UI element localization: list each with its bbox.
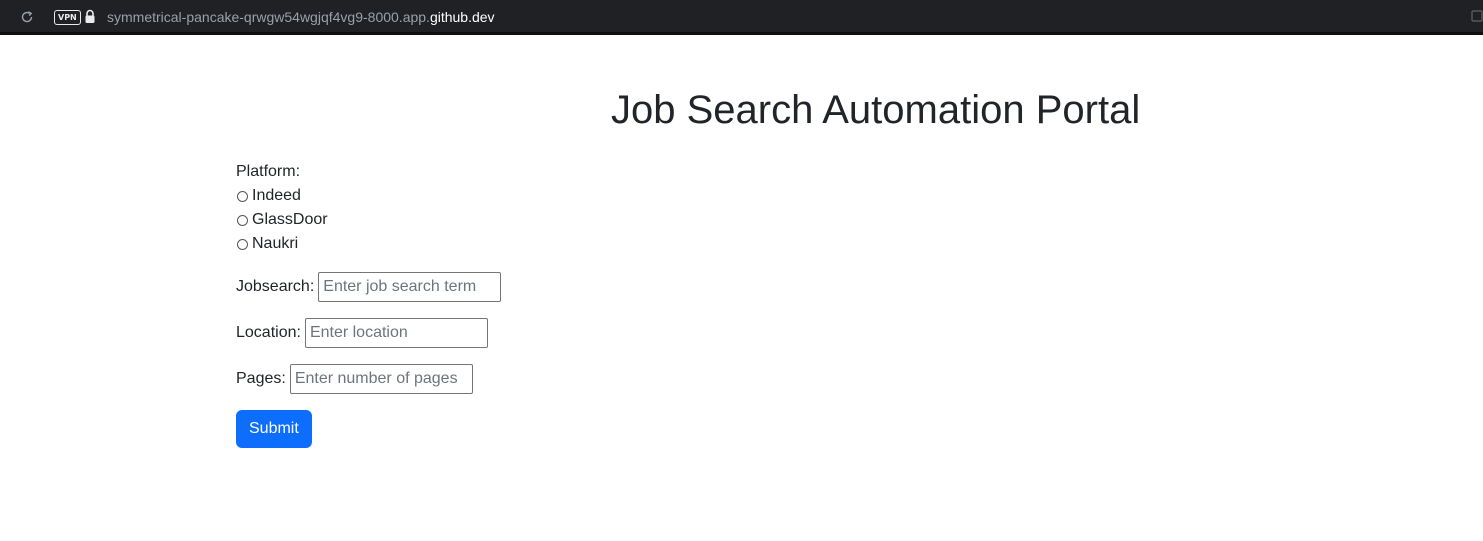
pages-label: Pages: (236, 370, 286, 387)
jobsearch-input[interactable] (318, 272, 502, 302)
location-row: Location: (236, 318, 501, 348)
platform-option-glassdoor[interactable]: GlassDoor (236, 208, 501, 232)
platform-label: Platform: (236, 163, 301, 180)
radio-naukri[interactable] (237, 238, 248, 250)
page-content: Job Search Automation Portal Platform: I… (0, 38, 1483, 541)
radio-label-indeed[interactable]: Indeed (252, 184, 301, 208)
jobsearch-row: Jobsearch: (236, 272, 502, 302)
extension-icon[interactable] (1471, 10, 1483, 22)
job-search-form: Platform: Indeed GlassDoor Naukri Jobsea… (236, 160, 502, 448)
url-subdomain: symmetrical-pancake-qrwgw54wgjqf4vg9-800… (107, 9, 430, 25)
url-domain: github.dev (429, 9, 495, 25)
radio-indeed[interactable] (237, 190, 248, 202)
submit-button[interactable]: Submit (236, 410, 312, 448)
platform-option-naukri[interactable]: Naukri (236, 232, 501, 256)
location-label: Location: (236, 324, 301, 341)
radio-glassdoor[interactable] (237, 214, 248, 226)
pages-input[interactable] (289, 364, 473, 394)
vpn-badge[interactable]: VPN (54, 10, 81, 25)
lock-icon[interactable] (84, 9, 96, 24)
location-input[interactable] (304, 318, 488, 348)
radio-label-naukri[interactable]: Naukri (252, 232, 298, 256)
platform-option-indeed[interactable]: Indeed (236, 184, 501, 208)
reload-icon[interactable] (20, 10, 34, 24)
page-title: Job Search Automation Portal (611, 88, 1141, 132)
address-bar-url[interactable]: symmetrical-pancake-qrwgw54wgjqf4vg9-800… (107, 8, 495, 26)
browser-toolbar: VPN symmetrical-pancake-qrwgw54wgjqf4vg9… (0, 0, 1483, 35)
pages-row: Pages: (236, 364, 501, 394)
jobsearch-label: Jobsearch: (236, 278, 315, 295)
submit-row: Submit (236, 410, 501, 448)
radio-label-glassdoor[interactable]: GlassDoor (252, 208, 328, 232)
